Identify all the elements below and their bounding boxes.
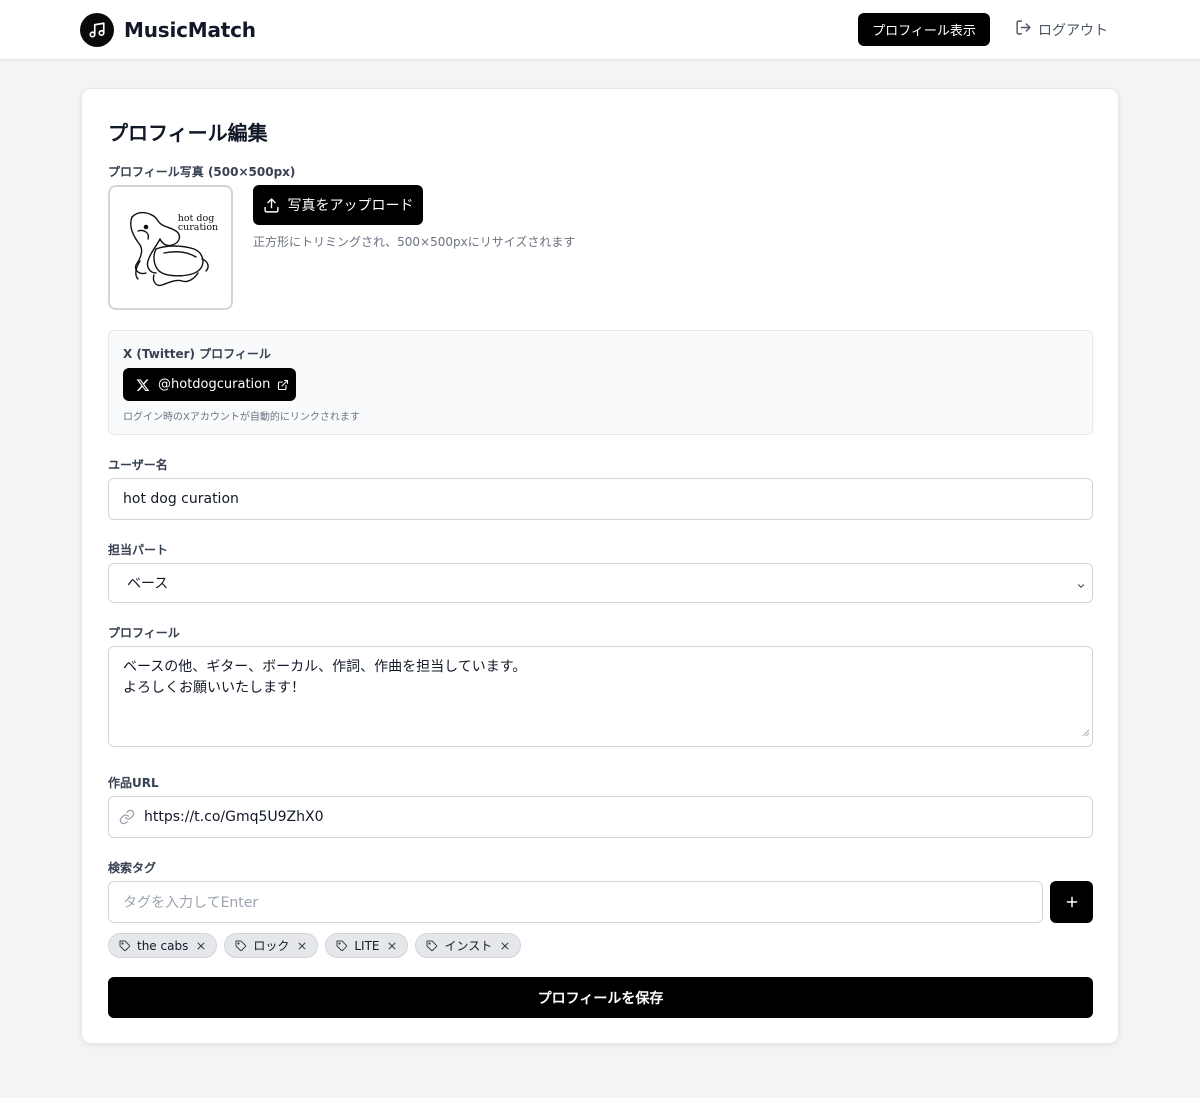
tag-input[interactable]: タグを入力してEnter — [108, 881, 1043, 923]
profile-photo[interactable]: hot dog curation — [108, 185, 233, 310]
works-url-input[interactable]: https://t.co/Gmq5U9ZhX0 — [108, 796, 1093, 838]
tag-chip: ロック — [224, 933, 319, 958]
logout-button[interactable]: ログアウト — [1015, 13, 1108, 46]
tag-label: ロック — [253, 939, 290, 953]
close-icon[interactable] — [297, 941, 307, 951]
x-logo-icon — [136, 378, 150, 392]
upload-icon — [263, 197, 288, 214]
part-select[interactable]: ベース — [108, 563, 1093, 603]
add-tag-button[interactable] — [1050, 881, 1093, 923]
tag-label: インスト — [444, 939, 493, 953]
tag-list: the cabs ロック LITE インスト — [108, 933, 528, 958]
photo-hint: 正方形にトリミングされ、500×500pxにリサイズされます — [253, 235, 576, 249]
x-handle: @hotdogcuration — [158, 377, 271, 392]
x-profile-hint: ログイン時のXアカウントが自動的にリンクされます — [123, 412, 360, 423]
music-note-icon — [80, 13, 114, 47]
hotdog-logo-image: hot dog curation — [130, 211, 218, 287]
close-icon[interactable] — [196, 941, 206, 951]
tag-label: the cabs — [137, 938, 189, 953]
tag-label: LITE — [354, 938, 380, 953]
profile-textarea[interactable]: ベースの他、ギター、ボーカル、作詞、作曲を担当しています。 よろしくお願いいたし… — [108, 646, 1093, 747]
external-link-icon — [277, 379, 289, 391]
chevron-down-icon — [1076, 579, 1086, 595]
logout-icon — [1015, 19, 1038, 40]
photo-label: プロフィール写真 (500×500px) — [108, 165, 296, 179]
x-profile-link[interactable]: @hotdogcuration — [123, 368, 296, 401]
tag-chip: the cabs — [108, 933, 218, 958]
top-nav: MusicMatch プロフィール表示 ログアウト — [0, 0, 1200, 60]
save-profile-button[interactable]: プロフィールを保存 — [108, 977, 1093, 1018]
works-url-value: https://t.co/Gmq5U9ZhX0 — [144, 809, 324, 825]
profile-text-line2: よろしくお願いいたします！ — [123, 680, 305, 696]
works-url-label: 作品URL — [108, 776, 159, 790]
tag-icon — [336, 940, 348, 952]
brand[interactable]: MusicMatch — [80, 12, 256, 48]
logo-text-line2: curation — [178, 222, 218, 233]
part-selected-value: ベース — [127, 576, 169, 592]
close-icon[interactable] — [500, 941, 510, 951]
brand-name: MusicMatch — [124, 18, 256, 42]
tag-icon — [426, 940, 438, 952]
close-icon[interactable] — [387, 941, 397, 951]
profile-label: プロフィール — [108, 626, 180, 640]
view-profile-button[interactable]: プロフィール表示 — [858, 13, 990, 46]
x-profile-label: X (Twitter) プロフィール — [123, 347, 271, 361]
part-label: 担当パート — [108, 543, 169, 557]
username-value: hot dog curation — [123, 491, 239, 507]
plus-icon — [1064, 894, 1080, 910]
tag-icon — [119, 940, 131, 952]
logout-label: ログアウト — [1038, 22, 1108, 39]
tags-label: 検索タグ — [108, 861, 157, 875]
profile-edit-card: プロフィール編集 プロフィール写真 (500×500px) hot dog cu… — [81, 88, 1119, 1044]
profile-text-line1: ベースの他、ギター、ボーカル、作詞、作曲を担当しています。 — [123, 659, 527, 675]
username-label: ユーザー名 — [108, 458, 168, 472]
tag-chip: インスト — [415, 933, 522, 958]
page-title: プロフィール編集 — [108, 121, 268, 145]
username-input[interactable]: hot dog curation — [108, 478, 1093, 520]
link-icon — [119, 809, 135, 825]
tag-icon — [235, 940, 247, 952]
upload-photo-button[interactable]: 写真をアップロード — [253, 185, 423, 225]
tag-input-placeholder: タグを入力してEnter — [123, 895, 259, 911]
resize-handle-icon[interactable] — [1081, 723, 1090, 744]
x-profile-panel: X (Twitter) プロフィール @hotdogcuration ログイン時… — [108, 330, 1093, 435]
upload-label: 写真をアップロード — [287, 198, 414, 214]
tag-chip: LITE — [325, 933, 409, 958]
